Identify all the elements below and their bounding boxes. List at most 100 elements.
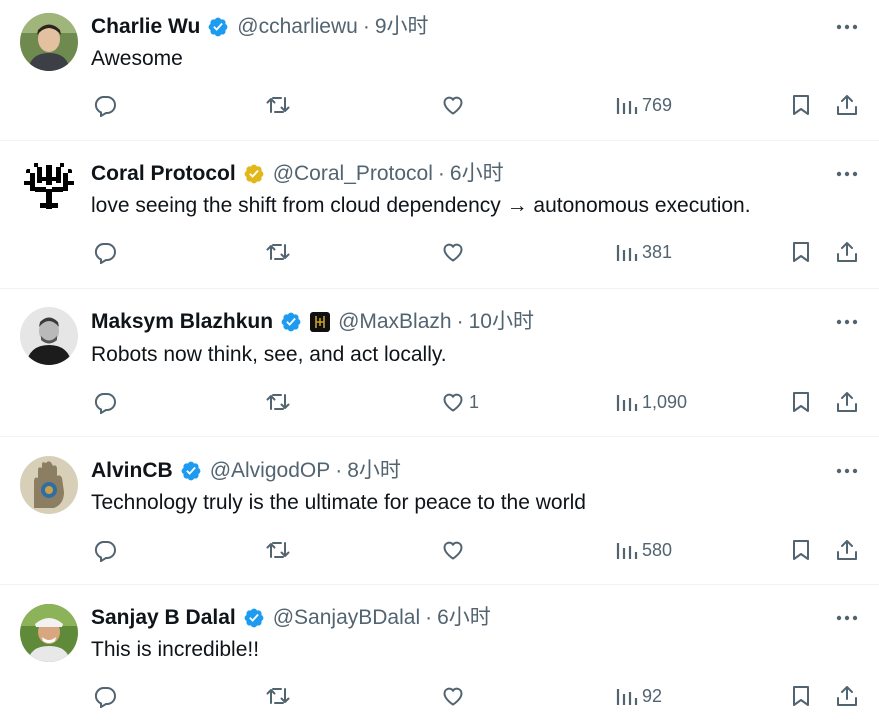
heart-icon: [443, 687, 463, 706]
verified-badge-icon: [244, 164, 264, 184]
heart-icon: [443, 393, 463, 412]
heart-icon: [443, 96, 463, 115]
author-name[interactable]: Maksym Blazhkun: [91, 308, 273, 336]
timestamp[interactable]: 6小时: [450, 160, 504, 188]
bookmark-button[interactable]: [789, 538, 813, 562]
verified-badge-icon: [181, 461, 201, 481]
reply-button[interactable]: [93, 93, 117, 117]
reply-icon: [94, 96, 116, 117]
analytics-icon: [616, 98, 638, 114]
share-button[interactable]: [835, 390, 859, 414]
avatar[interactable]: [20, 307, 78, 365]
tweet-text: This is incredible!!: [91, 638, 260, 661]
tweet[interactable]: AlvinCB @AlvigodOP · 8小时 Technology trul…: [0, 437, 879, 585]
share-button[interactable]: [835, 684, 859, 708]
views-button[interactable]: 769: [614, 93, 672, 117]
views-button[interactable]: 580: [614, 538, 672, 562]
tweet-text: Awesome: [91, 47, 183, 70]
like-button[interactable]: [441, 93, 469, 117]
author-handle[interactable]: @ccharliewu: [237, 13, 358, 41]
analytics-icon: [616, 245, 638, 261]
heart-icon: [443, 243, 463, 262]
author-name[interactable]: Coral Protocol: [91, 160, 236, 188]
tweet-text: Technology truly is the ultimate for pea…: [91, 491, 586, 514]
separator-dot: ·: [437, 162, 445, 185]
retweet-button[interactable]: [266, 93, 290, 117]
author-handle[interactable]: @AlvigodOP: [210, 457, 331, 485]
tweet-actions: 1 1,090: [0, 390, 879, 420]
timestamp[interactable]: 6小时: [437, 604, 491, 632]
like-button[interactable]: [441, 240, 469, 264]
tweet-actions: 580: [0, 538, 879, 568]
tweet-text: love seeing the shift from cloud depende…: [91, 194, 751, 217]
view-count: 580: [642, 539, 673, 560]
tweet-actions: 92: [0, 684, 879, 714]
reply-button[interactable]: [93, 390, 117, 414]
bookmark-icon: [793, 95, 809, 115]
analytics-icon: [616, 689, 638, 705]
retweet-button[interactable]: [266, 538, 290, 562]
avatar[interactable]: [20, 456, 78, 514]
author-name[interactable]: Sanjay B Dalal: [91, 604, 236, 632]
like-button[interactable]: 1: [441, 390, 479, 414]
separator-dot: ·: [335, 459, 343, 482]
author-name[interactable]: Charlie Wu: [91, 13, 200, 41]
retweet-icon: [266, 542, 290, 558]
bookmark-icon: [793, 540, 809, 560]
share-icon: [837, 95, 857, 115]
timestamp[interactable]: 9小时: [375, 13, 429, 41]
timestamp[interactable]: 8小时: [347, 457, 401, 485]
like-button[interactable]: [441, 684, 469, 708]
more-options-icon[interactable]: [834, 607, 860, 629]
bookmark-icon: [793, 242, 809, 262]
author-handle[interactable]: @SanjayBDalal: [273, 604, 420, 632]
bookmark-button[interactable]: [789, 390, 813, 414]
retweet-icon: [266, 688, 290, 704]
bookmark-button[interactable]: [789, 93, 813, 117]
analytics-icon: [616, 543, 638, 559]
tweet[interactable]: Coral Protocol @Coral_Protocol · 6小时 lov…: [0, 141, 879, 289]
timestamp[interactable]: 10小时: [469, 308, 534, 336]
tweet-actions: 769: [0, 93, 879, 123]
verified-badge-icon: [281, 312, 301, 332]
avatar[interactable]: [20, 13, 78, 71]
like-button[interactable]: [441, 538, 469, 562]
author-name[interactable]: AlvinCB: [91, 457, 173, 485]
share-button[interactable]: [835, 93, 859, 117]
bookmark-icon: [793, 392, 809, 412]
reply-button[interactable]: [93, 538, 117, 562]
views-button[interactable]: 92: [614, 684, 662, 708]
reply-icon: [94, 243, 116, 264]
heart-icon: [443, 541, 463, 560]
reply-button[interactable]: [93, 240, 117, 264]
retweet-button[interactable]: [266, 240, 290, 264]
view-count: 769: [642, 94, 673, 115]
views-button[interactable]: 1,090: [614, 390, 687, 414]
tweet-text: Robots now think, see, and act locally.: [91, 343, 447, 366]
views-button[interactable]: 381: [614, 240, 672, 264]
bookmark-icon: [793, 686, 809, 706]
tweet[interactable]: Sanjay B Dalal @SanjayBDalal · 6小时 This …: [0, 585, 879, 722]
avatar[interactable]: [20, 604, 78, 662]
share-button[interactable]: [835, 538, 859, 562]
retweet-button[interactable]: [266, 684, 290, 708]
bookmark-button[interactable]: [789, 684, 813, 708]
more-options-icon[interactable]: [834, 460, 860, 482]
share-button[interactable]: [835, 240, 859, 264]
retweet-button[interactable]: [266, 390, 290, 414]
avatar[interactable]: [20, 159, 78, 217]
like-count: 1: [469, 391, 480, 412]
more-options-icon[interactable]: [834, 163, 860, 185]
more-options-icon[interactable]: [834, 16, 860, 38]
reply-button[interactable]: [93, 684, 117, 708]
bookmark-button[interactable]: [789, 240, 813, 264]
more-options-icon[interactable]: [834, 311, 860, 333]
tweet[interactable]: Maksym Blazhkun @MaxBlazh · 10小时 Robots …: [0, 289, 879, 437]
separator-dot: ·: [425, 606, 433, 629]
affiliation-badge-icon[interactable]: [310, 312, 331, 332]
tweet[interactable]: Charlie Wu @ccharliewu · 9小时 Awesome 769: [0, 0, 879, 141]
author-handle[interactable]: @MaxBlazh: [338, 308, 452, 336]
share-icon: [837, 540, 857, 560]
author-handle[interactable]: @Coral_Protocol: [273, 160, 433, 188]
reply-icon: [94, 541, 116, 562]
